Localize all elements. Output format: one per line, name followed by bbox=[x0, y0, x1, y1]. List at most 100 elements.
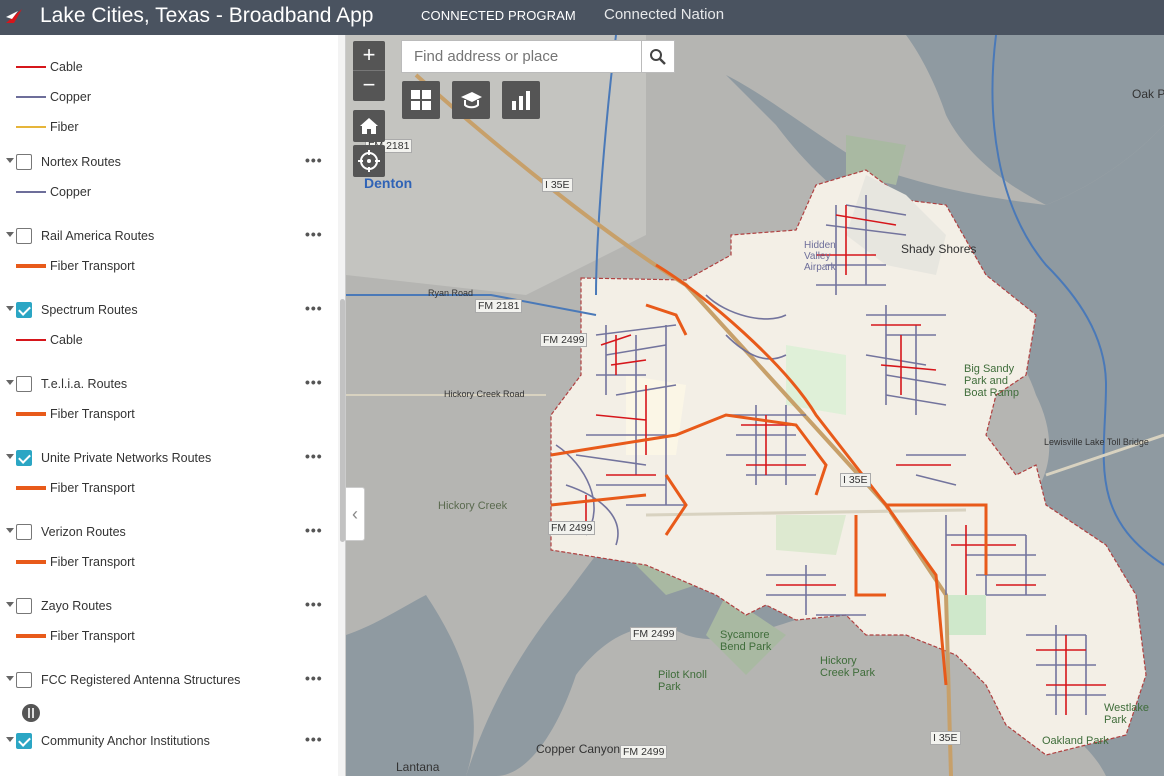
map-label-pilot-knoll-park: Pilot Knoll Park bbox=[658, 669, 707, 693]
layer-row[interactable]: Unite Private Networks Routes ••• bbox=[0, 447, 338, 469]
legend-swatch bbox=[16, 339, 46, 341]
map-view[interactable]: Denton Shady Shores Hickory Creek Copper… bbox=[346, 35, 1164, 776]
locate-button[interactable] bbox=[353, 145, 385, 177]
layer-visibility-checkbox[interactable] bbox=[16, 450, 32, 466]
map-label-hidden-valley-airpark: Hidden Valley Airpark bbox=[804, 240, 836, 273]
map-label-ryan-road: Ryan Road bbox=[428, 288, 474, 298]
layer-label: Nortex Routes bbox=[41, 155, 121, 169]
chevron-left-icon: ‹ bbox=[352, 503, 358, 524]
layer-row[interactable]: Spectrum Routes ••• bbox=[0, 299, 338, 321]
layer-row[interactable]: Community Anchor Institutions ••• bbox=[0, 730, 338, 752]
layer-row[interactable]: FCC Registered Antenna Structures ••• bbox=[0, 669, 338, 691]
legend-item: Fiber Transport bbox=[16, 627, 135, 645]
more-icon[interactable]: ••• bbox=[305, 670, 323, 686]
education-button[interactable] bbox=[452, 81, 490, 119]
app-title: Lake Cities, Texas - Broadband App bbox=[40, 4, 374, 27]
map-label-sycamore-bend-park: Sycamore Bend Park bbox=[720, 629, 772, 653]
search-icon bbox=[650, 48, 666, 65]
layer-visibility-checkbox[interactable] bbox=[16, 733, 32, 749]
expand-caret-icon[interactable] bbox=[6, 232, 14, 237]
expand-caret-icon[interactable] bbox=[6, 676, 14, 681]
more-icon[interactable]: ••• bbox=[305, 226, 323, 242]
zoom-out-button[interactable]: − bbox=[353, 71, 385, 101]
map-label-oakland-park: Oakland Park bbox=[1042, 735, 1109, 747]
expand-caret-icon[interactable] bbox=[6, 602, 14, 607]
layer-row[interactable]: Rail America Routes ••• bbox=[0, 225, 338, 247]
search-button[interactable] bbox=[641, 40, 675, 73]
app-header: Lake Cities, Texas - Broadband App CONNE… bbox=[0, 0, 1164, 35]
road-shield: I 35E bbox=[542, 178, 573, 192]
expand-caret-icon[interactable] bbox=[6, 737, 14, 742]
more-icon[interactable]: ••• bbox=[305, 152, 323, 168]
more-icon[interactable]: ••• bbox=[305, 300, 323, 316]
education-icon bbox=[461, 92, 482, 109]
layer-row[interactable]: Zayo Routes ••• bbox=[0, 595, 338, 617]
home-button[interactable] bbox=[353, 110, 385, 142]
road-shield: FM 2499 bbox=[548, 521, 596, 535]
layer-row[interactable]: Verizon Routes ••• bbox=[0, 521, 338, 543]
expand-caret-icon[interactable] bbox=[6, 528, 14, 533]
layer-visibility-checkbox[interactable] bbox=[16, 672, 32, 688]
more-icon[interactable]: ••• bbox=[305, 448, 323, 464]
zoom-control: + − bbox=[353, 41, 385, 101]
more-icon[interactable]: ••• bbox=[305, 374, 323, 390]
nav-link-connected-nation[interactable]: Connected Nation bbox=[604, 6, 724, 23]
legend-label: Fiber Transport bbox=[50, 555, 135, 569]
more-icon[interactable]: ••• bbox=[305, 596, 323, 612]
app-logo-icon bbox=[6, 9, 22, 23]
expand-caret-icon[interactable] bbox=[6, 454, 14, 459]
legend-label: Fiber Transport bbox=[50, 259, 135, 273]
expand-caret-icon[interactable] bbox=[6, 380, 14, 385]
legend-swatch bbox=[16, 560, 46, 564]
layer-row[interactable]: Nortex Routes ••• bbox=[0, 151, 338, 173]
layer-visibility-checkbox[interactable] bbox=[16, 376, 32, 392]
legend-item: Copper bbox=[16, 88, 91, 106]
collapse-panel-button[interactable]: ‹ bbox=[345, 487, 365, 541]
map-label-denton: Denton bbox=[364, 175, 413, 191]
legend-item: Fiber Transport bbox=[16, 479, 135, 497]
basemap-gallery-icon bbox=[411, 90, 431, 110]
map-label-copper-canyon: Copper Canyon bbox=[536, 742, 621, 756]
layer-visibility-checkbox[interactable] bbox=[16, 228, 32, 244]
map-canvas[interactable] bbox=[346, 35, 1164, 776]
legend-swatch bbox=[16, 412, 46, 416]
legend-label: Cable bbox=[50, 333, 83, 347]
layer-visibility-checkbox[interactable] bbox=[16, 302, 32, 318]
map-label-hickory-creek-road: Hickory Creek Road bbox=[444, 389, 525, 399]
expand-caret-icon[interactable] bbox=[6, 306, 14, 311]
antenna-icon bbox=[22, 704, 40, 722]
map-label-hickory-creek: Hickory Creek bbox=[438, 500, 508, 512]
search-input[interactable] bbox=[402, 41, 641, 72]
legend-swatch bbox=[16, 264, 46, 268]
map-label-lantana: Lantana bbox=[396, 760, 440, 774]
legend-label: Copper bbox=[50, 185, 91, 199]
legend-item: Fiber Transport bbox=[16, 257, 135, 275]
road-shield: FM 2499 bbox=[630, 627, 678, 641]
legend-item: Cable bbox=[16, 331, 83, 349]
zoom-in-button[interactable]: + bbox=[353, 41, 385, 71]
legend-swatch bbox=[16, 96, 46, 98]
layer-visibility-checkbox[interactable] bbox=[16, 154, 32, 170]
layer-list-panel: Cable Copper Fiber Nortex Routes ••• Copper Ra… bbox=[0, 35, 346, 776]
map-label-westlake-park: Westlake Park bbox=[1104, 702, 1150, 726]
road-shield: I 35E bbox=[930, 731, 961, 745]
basemap-gallery-button[interactable] bbox=[402, 81, 440, 119]
chart-button[interactable] bbox=[502, 81, 540, 119]
legend-swatch bbox=[16, 634, 46, 638]
layer-visibility-checkbox[interactable] bbox=[16, 598, 32, 614]
legend-label: Fiber Transport bbox=[50, 481, 135, 495]
more-icon[interactable]: ••• bbox=[305, 731, 323, 747]
layer-visibility-checkbox[interactable] bbox=[16, 524, 32, 540]
legend-swatch bbox=[16, 66, 46, 68]
layer-label: Community Anchor Institutions bbox=[41, 734, 210, 748]
more-icon[interactable]: ••• bbox=[305, 522, 323, 538]
legend-label: Fiber Transport bbox=[50, 629, 135, 643]
nav-link-connected-program[interactable]: CONNECTED PROGRAM bbox=[421, 8, 576, 23]
legend-label: Fiber Transport bbox=[50, 407, 135, 421]
expand-caret-icon[interactable] bbox=[6, 158, 14, 163]
map-label-hickory-creek-park: Hickory Creek Park bbox=[820, 655, 876, 679]
layer-row[interactable]: T.e.l.i.a. Routes ••• bbox=[0, 373, 338, 395]
road-shield: FM 2181 bbox=[475, 299, 523, 313]
map-label-oak-point: Oak P bbox=[1132, 87, 1164, 101]
search-container bbox=[401, 40, 642, 73]
